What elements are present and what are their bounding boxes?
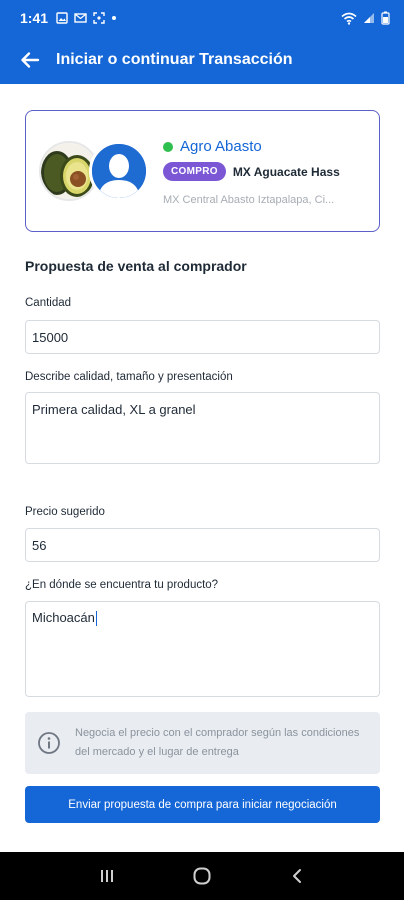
info-text: Negocia el precio con el comprador según… [75,727,360,758]
user-silhouette-icon [92,144,146,198]
text-cursor [95,611,98,627]
product-name: MX Aguacate Hass [232,164,340,179]
vendor-location: MX Central Abasto Iztapalapa, Ci... [163,194,335,206]
quantity-value: 15000 [32,330,69,345]
product-location-label: ¿En dónde se encuentra tu producto? [25,579,219,591]
back-button[interactable] [16,46,44,74]
info-icon [38,732,60,754]
submit-proposal-button[interactable]: Enviar propuesta de compra para iniciar … [25,786,380,823]
arrow-left-icon [21,52,40,68]
vendor-name: Agro Abasto [180,138,262,155]
vendor-card[interactable]: Agro Abasto COMPRO MX Aguacate Hass MX C… [25,110,380,232]
nav-back-button[interactable] [282,861,312,891]
recents-button[interactable] [92,861,122,891]
page-title: Iniciar o continuar Transacción [56,51,293,68]
price-value: 56 [32,538,47,553]
signal-icon [364,13,374,23]
screenshot-notification-icon [93,12,105,24]
info-box: Negocia el precio con el comprador según… [25,712,380,774]
description-textarea[interactable]: Primera calidad, XL a granel [25,392,380,464]
gallery-notification-icon [56,12,68,24]
description-label: Describe calidad, tamaño y presentación [25,371,233,383]
price-label: Precio sugerido [25,506,105,518]
status-bar: 1:41 [0,0,404,36]
status-time: 1:41 [20,10,49,26]
product-location-textarea[interactable]: Michoacán [25,601,380,697]
wifi-icon [341,12,357,25]
quantity-input[interactable]: 15000 [25,320,380,354]
description-value: Primera calidad, XL a granel [32,402,196,417]
online-status-dot [163,141,173,152]
buy-badge: COMPRO [163,162,226,181]
recents-icon [101,870,114,882]
price-input[interactable]: 56 [25,528,380,562]
user-avatar [89,141,149,201]
mail-notification-icon [74,13,87,23]
section-title: Propuesta de venta al comprador [25,258,247,274]
more-notifications-dot-icon [112,16,117,20]
product-location-value: Michoacán [32,610,95,625]
system-nav-bar [0,852,404,900]
app-bar: Iniciar o continuar Transacción [0,36,404,84]
battery-icon [381,11,390,25]
home-icon [193,867,211,885]
quantity-label: Cantidad [25,297,72,309]
chevron-left-icon [292,869,301,883]
home-button[interactable] [187,861,217,891]
